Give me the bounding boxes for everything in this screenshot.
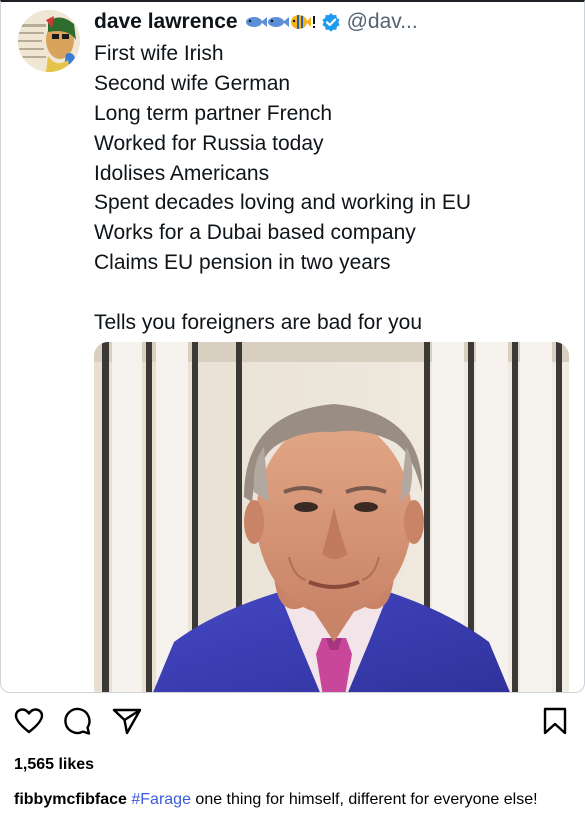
share-icon bbox=[112, 708, 142, 735]
post-actions-bar bbox=[0, 703, 585, 743]
caption-hashtag[interactable]: #Farage bbox=[131, 791, 191, 808]
tropical-fish-icon bbox=[290, 15, 311, 29]
display-name[interactable]: dave lawrence bbox=[94, 10, 238, 34]
tweet-header: dave lawrence @dav... bbox=[94, 8, 418, 36]
bookmark-icon bbox=[543, 707, 567, 735]
comment-icon bbox=[64, 707, 91, 735]
likes-count[interactable]: 1,565 likes bbox=[14, 756, 94, 774]
heart-icon bbox=[14, 708, 44, 734]
tweet-line: Long term partner French bbox=[94, 101, 333, 125]
tweet-line: First wife Irish bbox=[94, 42, 224, 65]
tweet-line: Idolises Americans bbox=[94, 161, 270, 185]
caption-username[interactable]: fibbymcfibface bbox=[14, 791, 127, 808]
tweet-line: Worked for Russia today bbox=[94, 131, 324, 155]
fish-icon bbox=[245, 17, 267, 27]
tweet-line: Works for a Dubai based company bbox=[94, 221, 416, 245]
handle[interactable]: @dav... bbox=[347, 10, 418, 34]
avatar[interactable] bbox=[18, 10, 80, 72]
bookmark-button[interactable] bbox=[538, 703, 572, 739]
fish-icon bbox=[267, 17, 289, 27]
post-caption: fibbymcfibface #Farage one thing for him… bbox=[14, 788, 574, 811]
tweet-line: Second wife German bbox=[94, 71, 291, 95]
share-button[interactable] bbox=[110, 703, 144, 739]
tweet-line: Claims EU pension in two years bbox=[94, 251, 391, 275]
verified-badge-icon bbox=[321, 12, 341, 32]
comment-button[interactable] bbox=[60, 703, 94, 739]
exclamation-icon bbox=[312, 16, 315, 28]
tweet-text: First wife Irish Second wife German Long… bbox=[94, 39, 574, 338]
tweet-photo[interactable] bbox=[94, 342, 569, 692]
name-emojis bbox=[245, 13, 317, 31]
tweet-line: Tells you foreigners are bad for you bbox=[94, 311, 423, 335]
embedded-tweet-card: dave lawrence @dav... First wife Irish S… bbox=[0, 0, 585, 693]
like-button[interactable] bbox=[12, 703, 46, 739]
caption-text: one thing for himself, different for eve… bbox=[190, 791, 538, 808]
tweet-line: Spent decades loving and working in EU bbox=[94, 191, 472, 215]
